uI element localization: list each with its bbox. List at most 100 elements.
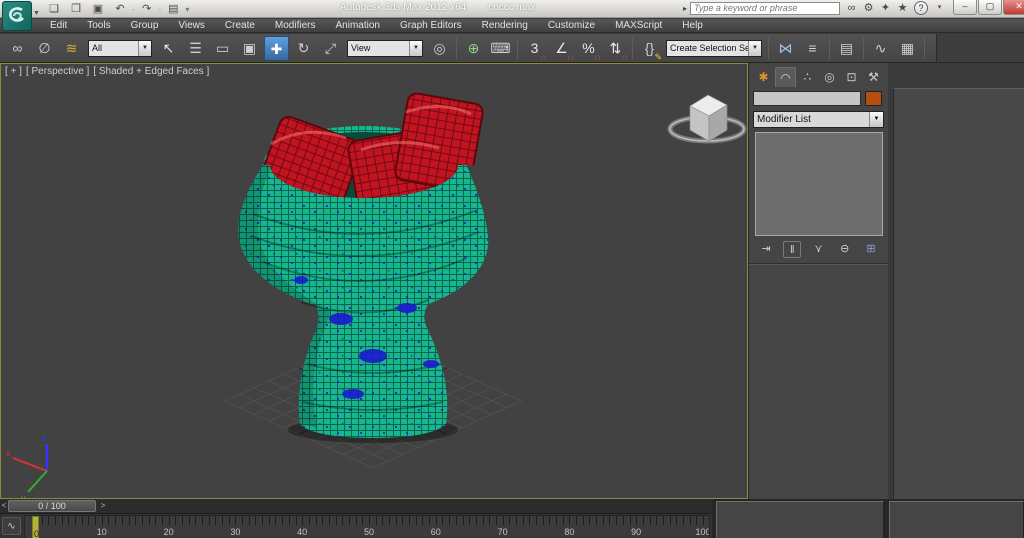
menu-edit[interactable]: Edit (40, 19, 77, 33)
tab-hierarchy[interactable]: ∴ (797, 67, 818, 87)
menu-group[interactable]: Group (121, 19, 169, 33)
menu-graph-editors[interactable]: Graph Editors (390, 19, 472, 33)
toolbar-separator (632, 37, 633, 59)
edit-named-selection-sets-button[interactable]: {} ✎ (637, 36, 662, 62)
curve-editor-button[interactable]: ∿ (868, 36, 893, 61)
select-and-link-button[interactable]: ∞ (5, 36, 30, 61)
previous-frame-button[interactable]: < (0, 500, 8, 512)
make-unique-button[interactable]: ⋎ (810, 241, 828, 258)
select-by-name-button[interactable]: ☰ (183, 36, 208, 61)
ruler-tick (576, 516, 578, 525)
perspective-viewport[interactable]: [ + ] [ Perspective ] [ Shaded + Edged F… (0, 63, 748, 499)
named-selection-sets-dropdown-arrow-icon[interactable]: ▼ (748, 40, 761, 56)
minimize-button[interactable]: – (953, 0, 977, 15)
redo-dropdown-arrow[interactable]: · (159, 5, 162, 14)
menu-tools[interactable]: Tools (77, 19, 120, 33)
tab-display[interactable]: ⊡ (841, 67, 862, 87)
help-dropdown-icon[interactable]: ▾ (931, 1, 948, 15)
track-bar-ruler[interactable]: 10 20 30 40 50 60 70 80 90 100 0 (24, 515, 710, 538)
align-button[interactable]: ≡ (800, 36, 825, 61)
modifier-stack[interactable] (755, 132, 883, 236)
show-end-result-button[interactable]: ‖ (783, 241, 802, 258)
maximize-button[interactable]: ▢ (978, 0, 1002, 15)
menu-views[interactable]: Views (168, 19, 215, 33)
menu-create[interactable]: Create (215, 19, 265, 33)
modifier-list-arrow-icon[interactable]: ▼ (869, 112, 883, 127)
select-object-button[interactable]: ↖ (156, 36, 181, 61)
viewport-canvas[interactable]: z x y (1, 64, 747, 498)
menu-animation[interactable]: Animation (325, 19, 389, 33)
search-input[interactable] (690, 1, 841, 15)
object-name-field[interactable] (753, 91, 861, 106)
current-frame-marker[interactable]: 0 (32, 516, 39, 538)
close-button[interactable]: ✕ (1003, 0, 1024, 15)
undo-button[interactable]: ↶ (110, 1, 130, 17)
remove-modifier-button[interactable]: ⊖ (836, 241, 854, 258)
tab-modify[interactable]: ◠ (775, 67, 796, 87)
selection-filter-dropdown[interactable]: All ▼ (88, 39, 152, 57)
select-and-rotate-button[interactable]: ↻ (291, 36, 316, 61)
select-and-move-button[interactable]: ✚ (264, 35, 289, 61)
ruler-tick (255, 516, 257, 525)
project-toolbar-button[interactable]: ▤ (163, 1, 183, 17)
new-scene-button[interactable]: ❏ (44, 1, 64, 17)
bind-to-space-warp-button[interactable]: ≋ (59, 36, 84, 61)
window-crossing-toggle-button-icon: ▣ (242, 39, 257, 56)
layer-manager-button[interactable]: ▤ (834, 36, 859, 61)
view-cube[interactable] (667, 94, 747, 144)
ruler-label: 10 (96, 527, 107, 537)
open-mini-curve-editor-button[interactable]: ∿ (2, 517, 21, 535)
application-menu-arrow-icon[interactable]: ▼ (33, 10, 40, 17)
help-icon[interactable]: ? (914, 1, 929, 15)
application-menu-button[interactable] (2, 1, 32, 31)
ruler-tick (656, 516, 658, 525)
window-crossing-toggle-button[interactable]: ▣ (237, 36, 262, 61)
menu-rendering[interactable]: Rendering (472, 19, 538, 33)
select-and-scale-button[interactable]: ⤢ (318, 36, 343, 61)
reference-coordinate-system-dropdown[interactable]: View ▼ (347, 39, 423, 57)
rectangular-selection-region-button[interactable]: ▭ (210, 36, 235, 61)
reference-coordinate-system-dropdown-arrow-icon[interactable]: ▼ (409, 40, 422, 56)
menu-maxscript[interactable]: MAXScript (605, 19, 672, 33)
time-slider-handle[interactable]: 0 / 100 (8, 500, 96, 512)
tab-utilities[interactable]: ⚒ (863, 67, 884, 87)
angle-snap-toggle-button[interactable]: ∠ ∩ (549, 36, 574, 62)
viewport-shading-menu[interactable]: [ Shaded + Edged Faces ] (93, 66, 209, 77)
qat-dropdown-arrow[interactable]: ▾ (185, 5, 189, 14)
ruler-tick (155, 516, 157, 525)
subscription-center-icon[interactable]: ⚙ (860, 1, 877, 15)
mirror-button[interactable]: ⋈ (773, 36, 798, 61)
selection-filter-dropdown-arrow-icon[interactable]: ▼ (138, 40, 151, 56)
command-panel-tabs: ✱ ◠ ∴ ◎ ⊡ ⚒ (749, 63, 888, 87)
use-pivot-point-center-button[interactable]: ◎ (427, 36, 452, 61)
snaps-toggle-button[interactable]: 3 ∩ (522, 36, 547, 62)
tab-create[interactable]: ✱ (753, 67, 774, 87)
next-frame-button[interactable]: > (96, 500, 110, 512)
save-file-button[interactable]: ▣ (88, 1, 108, 17)
spinner-snap-toggle-button[interactable]: ⇅ ∩ (603, 36, 628, 62)
object-color-swatch[interactable] (865, 91, 882, 106)
pin-stack-button[interactable]: ⇥ (757, 241, 775, 258)
menu-modifiers[interactable]: Modifiers (265, 19, 326, 33)
configure-modifier-sets-button[interactable]: ⊞ (862, 241, 880, 258)
menu-customize[interactable]: Customize (538, 19, 605, 33)
tab-motion[interactable]: ◎ (819, 67, 840, 87)
search-binoculars-icon[interactable]: ∞ (843, 1, 860, 15)
named-selection-sets-dropdown[interactable]: Create Selection Se ▼ (666, 39, 762, 57)
select-and-manipulate-button[interactable]: ⊕ (461, 36, 486, 61)
unlink-selection-button[interactable]: ∅ (32, 36, 57, 61)
schematic-view-button[interactable]: ▦ (895, 36, 920, 61)
keyboard-shortcut-override-button[interactable]: ⌨ (488, 36, 513, 61)
menu-help[interactable]: Help (672, 19, 713, 33)
redo-button[interactable]: ↷ (137, 1, 157, 17)
undo-dropdown-arrow[interactable]: · (132, 5, 135, 14)
viewport-pov-menu[interactable]: [ Perspective ] (26, 66, 89, 77)
percent-snap-toggle-button[interactable]: % ∩ (576, 36, 601, 62)
viewport-general-menu[interactable]: [ + ] (5, 66, 22, 77)
curve-editor-button-icon: ∿ (874, 39, 887, 56)
modifier-list-dropdown[interactable]: Modifier List ▼ (753, 111, 884, 128)
favorites-star-icon[interactable]: ★ (894, 1, 911, 15)
open-file-button[interactable]: ❐ (66, 1, 86, 17)
infocenter-expand-icon[interactable]: ▸ (683, 4, 687, 13)
communication-center-icon[interactable]: ✦ (877, 1, 894, 15)
